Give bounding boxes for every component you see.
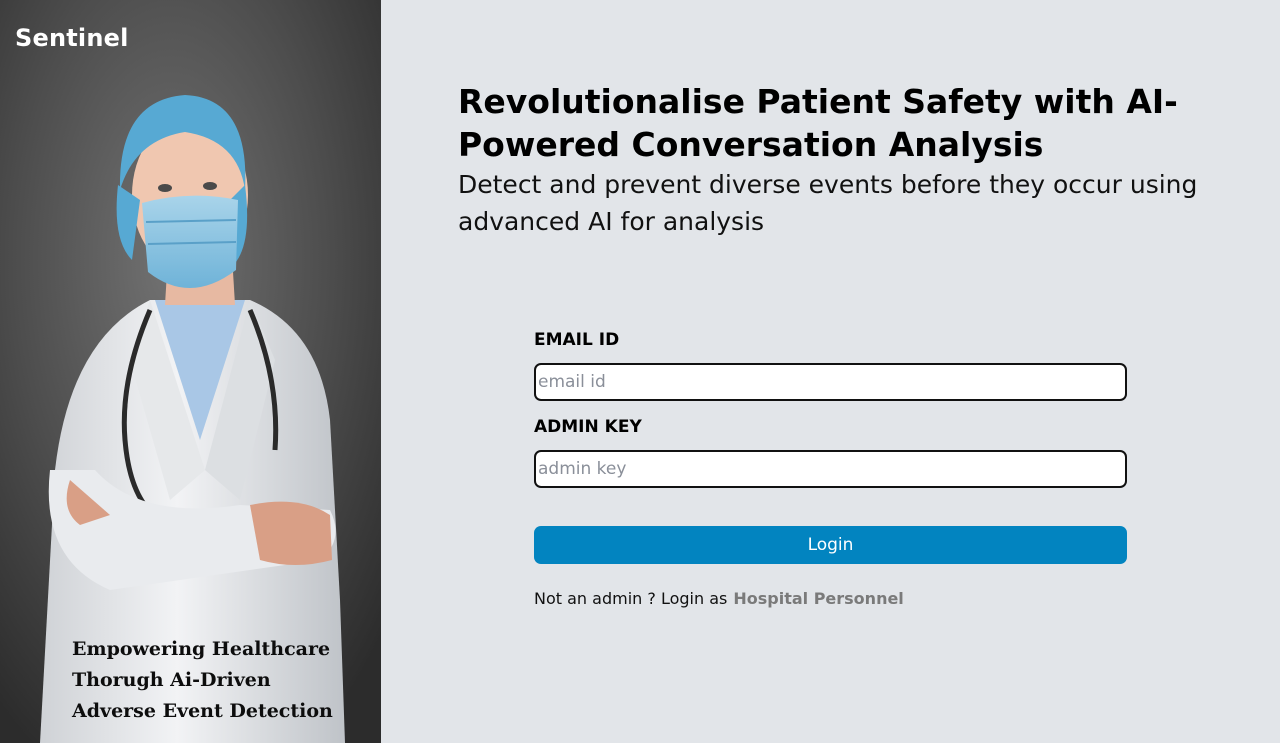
email-label: EMAIL ID — [534, 330, 620, 350]
alt-login-prompt: Not an admin ? Login as — [534, 589, 728, 608]
email-field[interactable] — [534, 363, 1127, 401]
page-subheadline: Detect and prevent diverse events before… — [458, 170, 1198, 236]
field-spacer — [534, 401, 1128, 415]
page-headline: Revolutionalise Patient Safety with AI-P… — [458, 82, 1178, 164]
admin-key-label: ADMIN KEY — [534, 417, 642, 437]
admin-key-field[interactable] — [534, 450, 1127, 488]
hero-tagline-line-2: Thorugh Ai-Driven — [72, 669, 271, 691]
main-content: Revolutionalise Patient Safety with AI-P… — [381, 0, 1280, 743]
hospital-personnel-login-link[interactable]: Hospital Personnel — [733, 589, 903, 608]
brand-logo-text: Sentinel — [15, 24, 129, 52]
login-button[interactable]: Login — [534, 526, 1127, 564]
login-form: EMAIL ID ADMIN KEY Login Not an admin ? … — [534, 328, 1128, 608]
hero-tagline-line-3: Adverse Event Detection — [72, 700, 333, 722]
hero-tagline: Empowering Healthcare Thorugh Ai-Driven … — [72, 634, 372, 727]
doctor-photo — [0, 0, 381, 743]
alt-login-row: Not an admin ? Login as Hospital Personne… — [534, 589, 1128, 608]
hero-panel: Sentinel Empowering Healthcare Thorugh A… — [0, 0, 381, 743]
login-page: Sentinel Empowering Healthcare Thorugh A… — [0, 0, 1280, 743]
hero-tagline-line-1: Empowering Healthcare — [72, 638, 331, 660]
